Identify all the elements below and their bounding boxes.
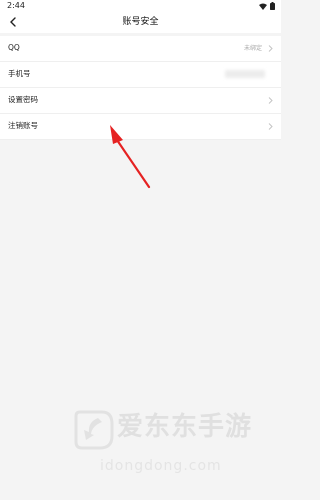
watermark-url: idongdong.com	[100, 458, 222, 474]
status-time: 2:44	[7, 1, 25, 10]
watermark-logo-icon	[74, 410, 114, 450]
chevron-right-icon	[268, 123, 273, 130]
chevron-right-icon	[268, 45, 273, 52]
row-label: 设置密码	[8, 95, 38, 104]
row-delete-account[interactable]: 注销账号	[0, 114, 281, 140]
battery-icon	[270, 2, 275, 10]
phone-number-blurred	[225, 70, 265, 78]
settings-list: QQ 未绑定 手机号 设置密码 注销账号	[0, 36, 281, 140]
row-label: 手机号	[8, 69, 31, 78]
chevron-right-icon	[268, 97, 273, 104]
row-qq[interactable]: QQ 未绑定	[0, 36, 281, 62]
page-title: 账号安全	[122, 17, 159, 27]
nav-bar: 账号安全	[0, 12, 281, 33]
status-icons	[259, 2, 275, 10]
wifi-icon	[259, 3, 267, 10]
watermark: 爱东东手游 idongdong.com	[72, 408, 282, 478]
row-set-password[interactable]: 设置密码	[0, 88, 281, 114]
row-label: 注销账号	[8, 121, 38, 130]
row-value: 未绑定	[243, 45, 262, 52]
row-phone[interactable]: 手机号	[0, 62, 281, 88]
status-bar: 2:44	[0, 0, 281, 12]
watermark-title: 爱东东手游	[117, 412, 253, 442]
row-label: QQ	[8, 43, 20, 52]
